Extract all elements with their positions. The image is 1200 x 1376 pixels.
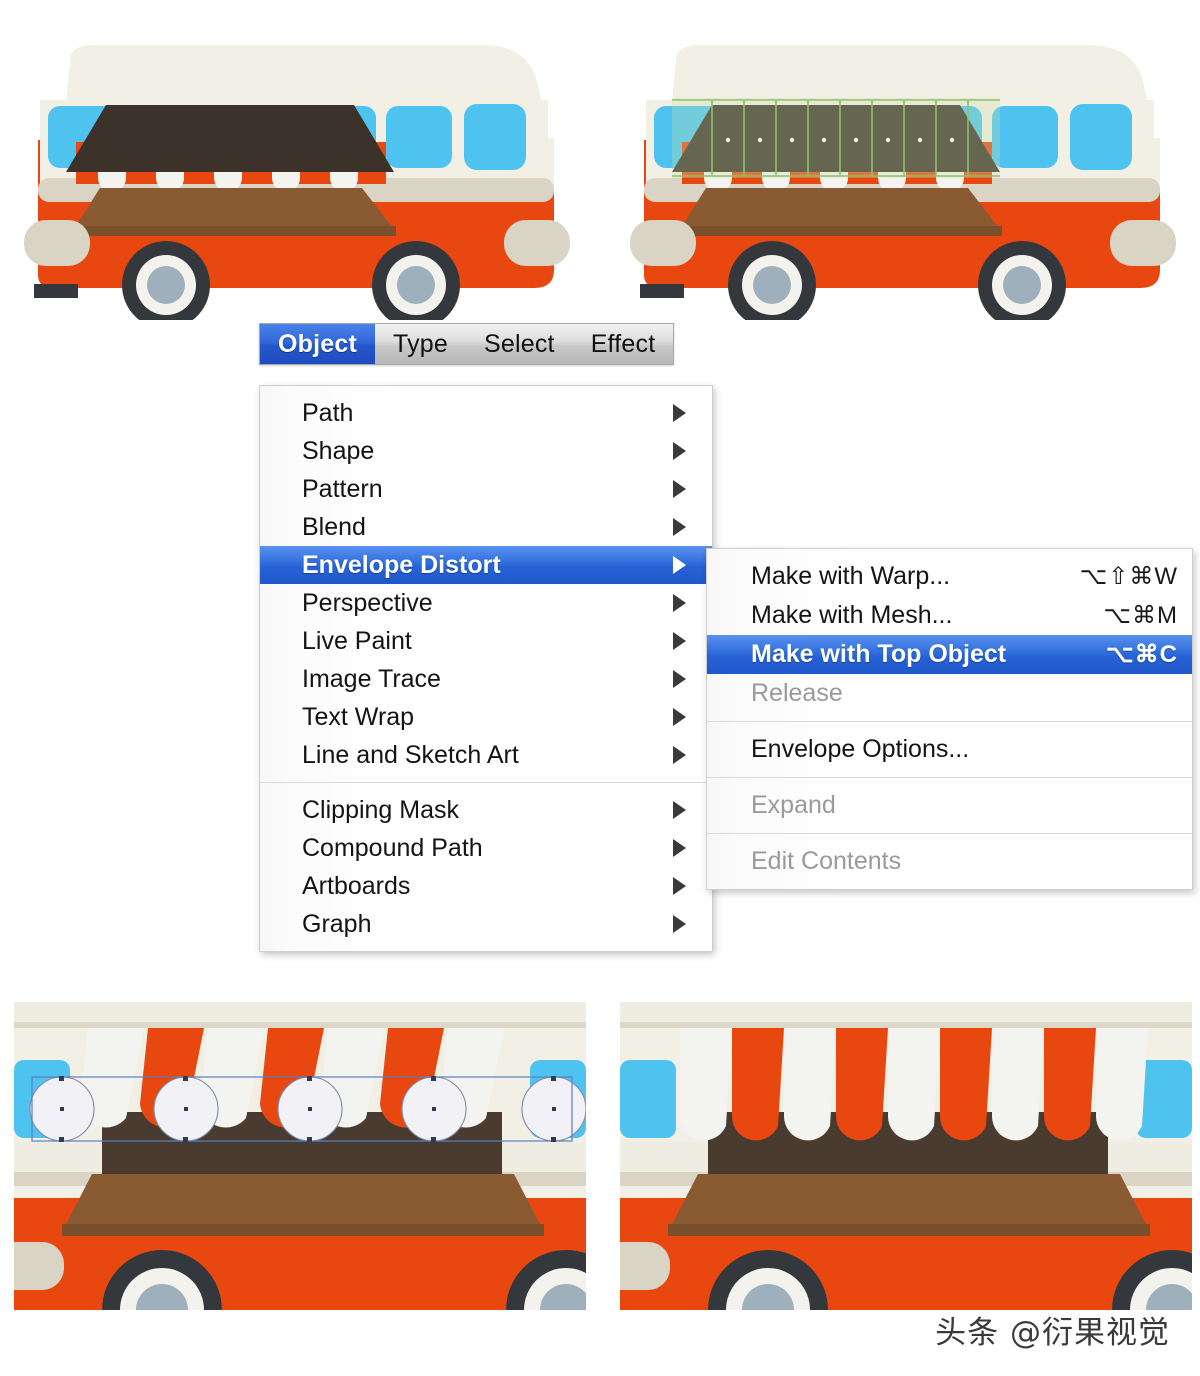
submenu-item-release: Release (707, 674, 1192, 713)
submenu-item-shortcut: ⌥⌘M (1103, 602, 1178, 629)
submenu-arrow-icon (673, 632, 686, 650)
submenu-item-make-with-warp[interactable]: Make with Warp... ⌥⇧⌘W (707, 557, 1192, 596)
submenu-arrow-icon (673, 518, 686, 536)
menu-item-label: Pattern (302, 474, 383, 503)
submenu-item-label: Envelope Options... (751, 735, 970, 763)
menu-item-live-paint[interactable]: Live Paint (260, 622, 712, 660)
envelope-mesh-overlay (672, 98, 1000, 178)
submenu-arrow-icon (673, 480, 686, 498)
menu-item-line-and-sketch-art[interactable]: Line and Sketch Art (260, 736, 712, 774)
submenu-item-make-with-mesh[interactable]: Make with Mesh... ⌥⌘M (707, 596, 1192, 635)
menubar-item-object[interactable]: Object (260, 324, 375, 364)
menu-item-text-wrap[interactable]: Text Wrap (260, 698, 712, 736)
menu-item-label: Clipping Mask (302, 795, 460, 824)
menu-item-label: Compound Path (302, 833, 483, 862)
menu-item-label: Perspective (302, 588, 433, 617)
submenu-separator (707, 721, 1192, 722)
menu-item-compound-path[interactable]: Compound Path (260, 829, 712, 867)
submenu-item-shortcut: ⌥⇧⌘W (1079, 563, 1178, 590)
illustration-bottom-left (14, 1002, 586, 1310)
van-illustration-mesh-selected (620, 20, 1190, 320)
submenu-arrow-icon (673, 708, 686, 726)
submenu-item-label: Make with Warp... (751, 562, 951, 590)
menu-item-label: Path (302, 398, 354, 427)
menu-item-graph[interactable]: Graph (260, 905, 712, 943)
submenu-arrow-icon (673, 670, 686, 688)
submenu-separator (707, 777, 1192, 778)
submenu-arrow-icon (673, 915, 686, 933)
object-dropdown-menu[interactable]: Path Shape Pattern Blend Envelope Distor… (259, 385, 713, 952)
menu-bar[interactable]: Object Type Select Effect (259, 323, 675, 365)
submenu-item-shortcut: ⌥⌘C (1106, 641, 1178, 668)
submenu-item-edit-contents: Edit Contents (707, 842, 1192, 881)
submenu-separator (707, 833, 1192, 834)
menu-item-shape[interactable]: Shape (260, 432, 712, 470)
submenu-arrow-icon (673, 442, 686, 460)
menu-item-artboards[interactable]: Artboards (260, 867, 712, 905)
submenu-item-expand: Expand (707, 786, 1192, 825)
menu-item-path[interactable]: Path (260, 394, 712, 432)
envelope-distort-submenu[interactable]: Make with Warp... ⌥⇧⌘W Make with Mesh...… (706, 548, 1193, 890)
submenu-arrow-icon (673, 746, 686, 764)
menubar-item-select[interactable]: Select (466, 324, 573, 364)
menu-item-label: Live Paint (302, 626, 412, 655)
menu-item-perspective[interactable]: Perspective (260, 584, 712, 622)
menu-item-label: Graph (302, 909, 372, 938)
illustration-bottom-right (620, 1002, 1192, 1310)
menu-item-label: Image Trace (302, 664, 441, 693)
submenu-arrow-icon (673, 556, 686, 574)
submenu-item-label: Make with Top Object (751, 640, 1007, 668)
menu-item-label: Artboards (302, 871, 411, 900)
menu-item-label: Envelope Distort (302, 550, 501, 579)
illustration-top-right (620, 20, 1190, 320)
menu-item-blend[interactable]: Blend (260, 508, 712, 546)
submenu-arrow-icon (673, 801, 686, 819)
submenu-item-label: Make with Mesh... (751, 601, 953, 629)
menu-item-envelope-distort[interactable]: Envelope Distort (260, 546, 712, 584)
menu-item-image-trace[interactable]: Image Trace (260, 660, 712, 698)
submenu-arrow-icon (673, 877, 686, 895)
illustration-top-left (14, 20, 584, 320)
menu-item-label: Line and Sketch Art (302, 740, 519, 769)
menu-item-pattern[interactable]: Pattern (260, 470, 712, 508)
menu-item-label: Blend (302, 512, 366, 541)
submenu-item-label: Expand (751, 791, 836, 819)
menu-item-clipping-mask[interactable]: Clipping Mask (260, 791, 712, 829)
submenu-item-make-with-top-object[interactable]: Make with Top Object ⌥⌘C (707, 635, 1192, 674)
submenu-item-label: Release (751, 679, 843, 707)
submenu-arrow-icon (673, 404, 686, 422)
submenu-arrow-icon (673, 839, 686, 857)
submenu-arrow-icon (673, 594, 686, 612)
menu-item-label: Text Wrap (302, 702, 415, 731)
menu-item-label: Shape (302, 436, 375, 465)
van-illustration-plain (14, 20, 584, 320)
submenu-item-envelope-options[interactable]: Envelope Options... (707, 730, 1192, 769)
menubar-item-effect[interactable]: Effect (573, 324, 674, 364)
submenu-item-label: Edit Contents (751, 847, 902, 875)
menubar-item-type[interactable]: Type (375, 324, 466, 364)
watermark-text: 头条 @衍果视觉 (935, 1315, 1170, 1351)
distorted-awning (679, 1028, 1148, 1141)
menu-separator (260, 782, 712, 783)
